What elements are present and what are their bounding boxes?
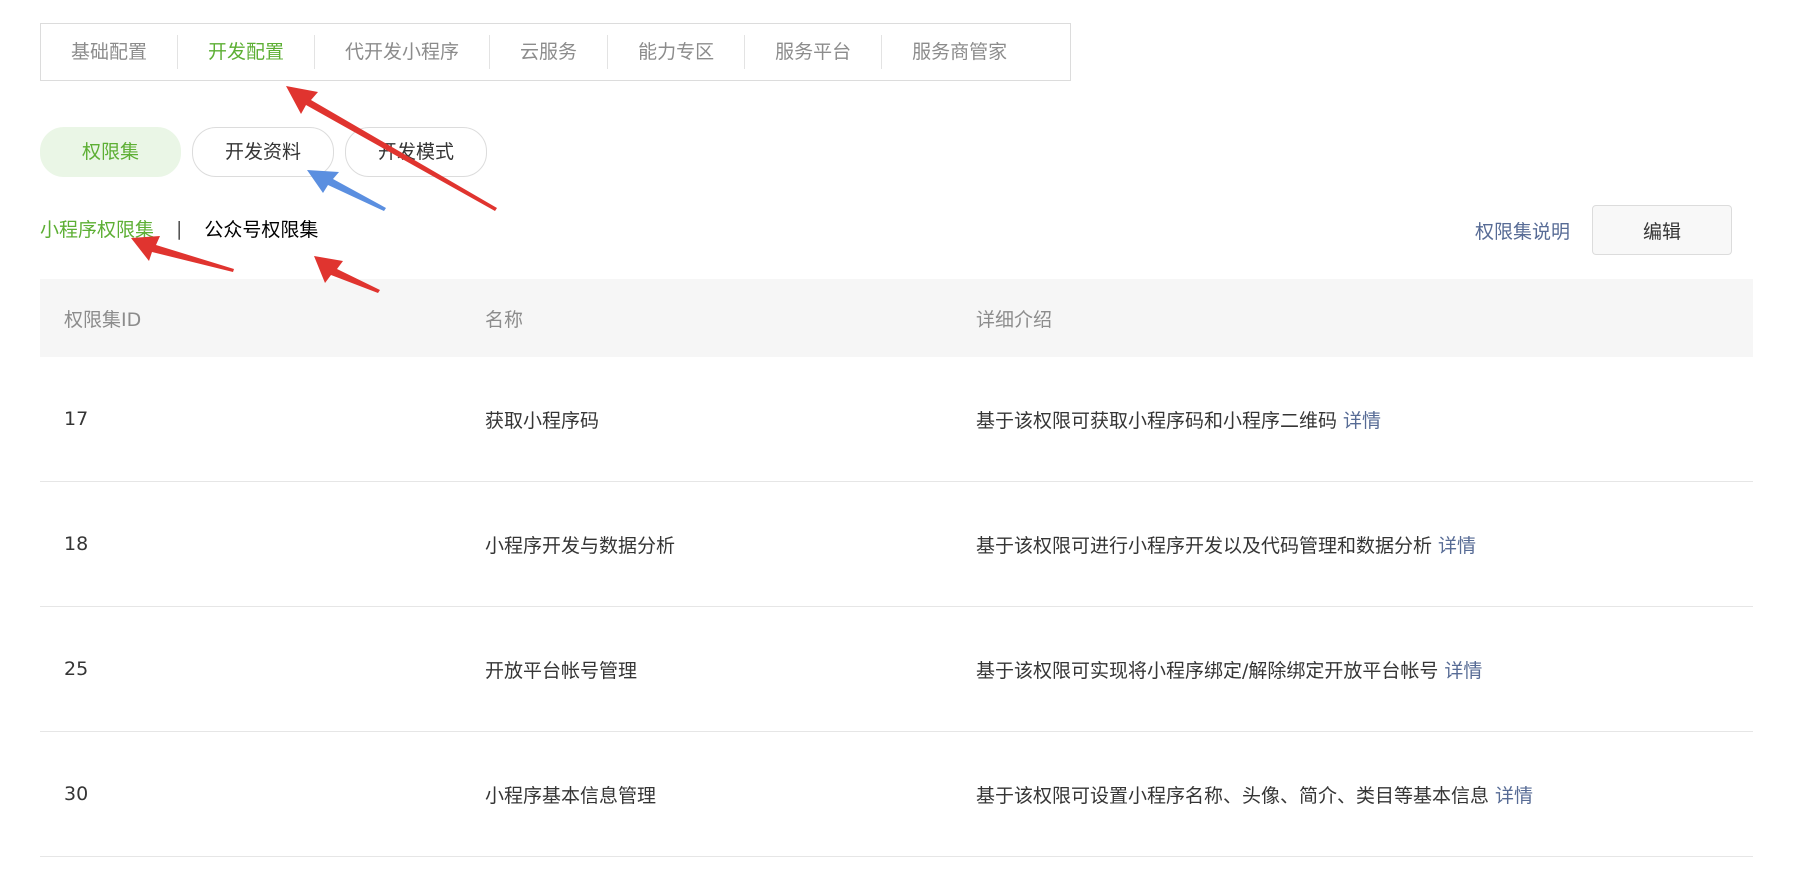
cell-description: 基于该权限可设置小程序名称、头像、简介、类目等基本信息 详情 bbox=[952, 781, 1753, 808]
subtab-official-account-permissions[interactable]: 公众号权限集 bbox=[204, 215, 318, 242]
pill-tab-dev-mode[interactable]: 开发模式 bbox=[345, 127, 488, 177]
table-row: 25 开放平台帐号管理 基于该权限可实现将小程序绑定/解除绑定开放平台帐号 详情 bbox=[40, 607, 1753, 732]
description-text: 基于该权限可进行小程序开发以及代码管理和数据分析 bbox=[976, 534, 1433, 557]
tab-service-platform[interactable]: 服务平台 bbox=[744, 35, 881, 69]
cell-name: 小程序基本信息管理 bbox=[485, 784, 657, 807]
column-header-name: 名称 bbox=[485, 308, 524, 331]
cell-id: 17 bbox=[64, 408, 89, 430]
page: 基础配置 开发配置 代开发小程序 云服务 能力专区 服务平台 服务商管家 权限集… bbox=[0, 0, 1813, 872]
table-row: 30 小程序基本信息管理 基于该权限可设置小程序名称、头像、简介、类目等基本信息… bbox=[40, 732, 1753, 857]
tab-proxy-dev-miniprogram[interactable]: 代开发小程序 bbox=[314, 35, 489, 69]
pill-tab-permission-set[interactable]: 权限集 bbox=[40, 127, 182, 177]
table-header: 权限集ID 名称 详细介绍 bbox=[40, 279, 1753, 357]
cell-description: 基于该权限可实现将小程序绑定/解除绑定开放平台帐号 详情 bbox=[952, 656, 1753, 683]
sub-tab-group: 小程序权限集 | 公众号权限集 bbox=[40, 215, 318, 242]
tab-dev-config[interactable]: 开发配置 bbox=[177, 35, 314, 69]
detail-link[interactable]: 详情 bbox=[1444, 660, 1482, 682]
edit-button[interactable]: 编辑 bbox=[1592, 205, 1732, 255]
cell-id: 30 bbox=[64, 783, 89, 805]
toolbar-actions: 权限集说明 编辑 bbox=[1475, 205, 1732, 255]
column-header-description: 详细介绍 bbox=[976, 308, 1053, 331]
description-text: 基于该权限可设置小程序名称、头像、简介、类目等基本信息 bbox=[976, 784, 1490, 807]
cell-id: 25 bbox=[64, 658, 89, 680]
column-header-id: 权限集ID bbox=[64, 308, 142, 331]
tab-capability-zone[interactable]: 能力专区 bbox=[607, 35, 744, 69]
cell-name: 开放平台帐号管理 bbox=[485, 659, 638, 682]
pill-tab-dev-materials[interactable]: 开发资料 bbox=[192, 127, 335, 177]
permission-table: 权限集ID 名称 详细介绍 17 获取小程序码 基于该权限可获取小程序码和小程序… bbox=[40, 279, 1753, 857]
subtab-miniprogram-permissions[interactable]: 小程序权限集 bbox=[40, 215, 154, 242]
detail-link[interactable]: 详情 bbox=[1343, 410, 1381, 432]
subtab-separator: | bbox=[176, 217, 183, 240]
detail-link[interactable]: 详情 bbox=[1438, 535, 1476, 557]
cell-name: 小程序开发与数据分析 bbox=[485, 534, 676, 557]
table-row: 17 获取小程序码 基于该权限可获取小程序码和小程序二维码 详情 bbox=[40, 357, 1753, 482]
detail-link[interactable]: 详情 bbox=[1495, 785, 1533, 807]
permission-help-link[interactable]: 权限集说明 bbox=[1475, 217, 1570, 244]
top-tab-bar: 基础配置 开发配置 代开发小程序 云服务 能力专区 服务平台 服务商管家 bbox=[40, 23, 1071, 81]
tab-basic-config[interactable]: 基础配置 bbox=[55, 35, 177, 69]
tab-cloud-service[interactable]: 云服务 bbox=[489, 35, 607, 69]
cell-description: 基于该权限可进行小程序开发以及代码管理和数据分析 详情 bbox=[952, 531, 1753, 558]
tab-service-manager[interactable]: 服务商管家 bbox=[881, 35, 1037, 69]
description-text: 基于该权限可实现将小程序绑定/解除绑定开放平台帐号 bbox=[976, 659, 1439, 682]
cell-name: 获取小程序码 bbox=[485, 409, 600, 432]
cell-description: 基于该权限可获取小程序码和小程序二维码 详情 bbox=[952, 406, 1753, 433]
table-row: 18 小程序开发与数据分析 基于该权限可进行小程序开发以及代码管理和数据分析 详情 bbox=[40, 482, 1753, 607]
cell-id: 18 bbox=[64, 533, 89, 555]
pill-tab-group: 权限集 开发资料 开发模式 bbox=[40, 127, 488, 177]
description-text: 基于该权限可获取小程序码和小程序二维码 bbox=[976, 409, 1338, 432]
